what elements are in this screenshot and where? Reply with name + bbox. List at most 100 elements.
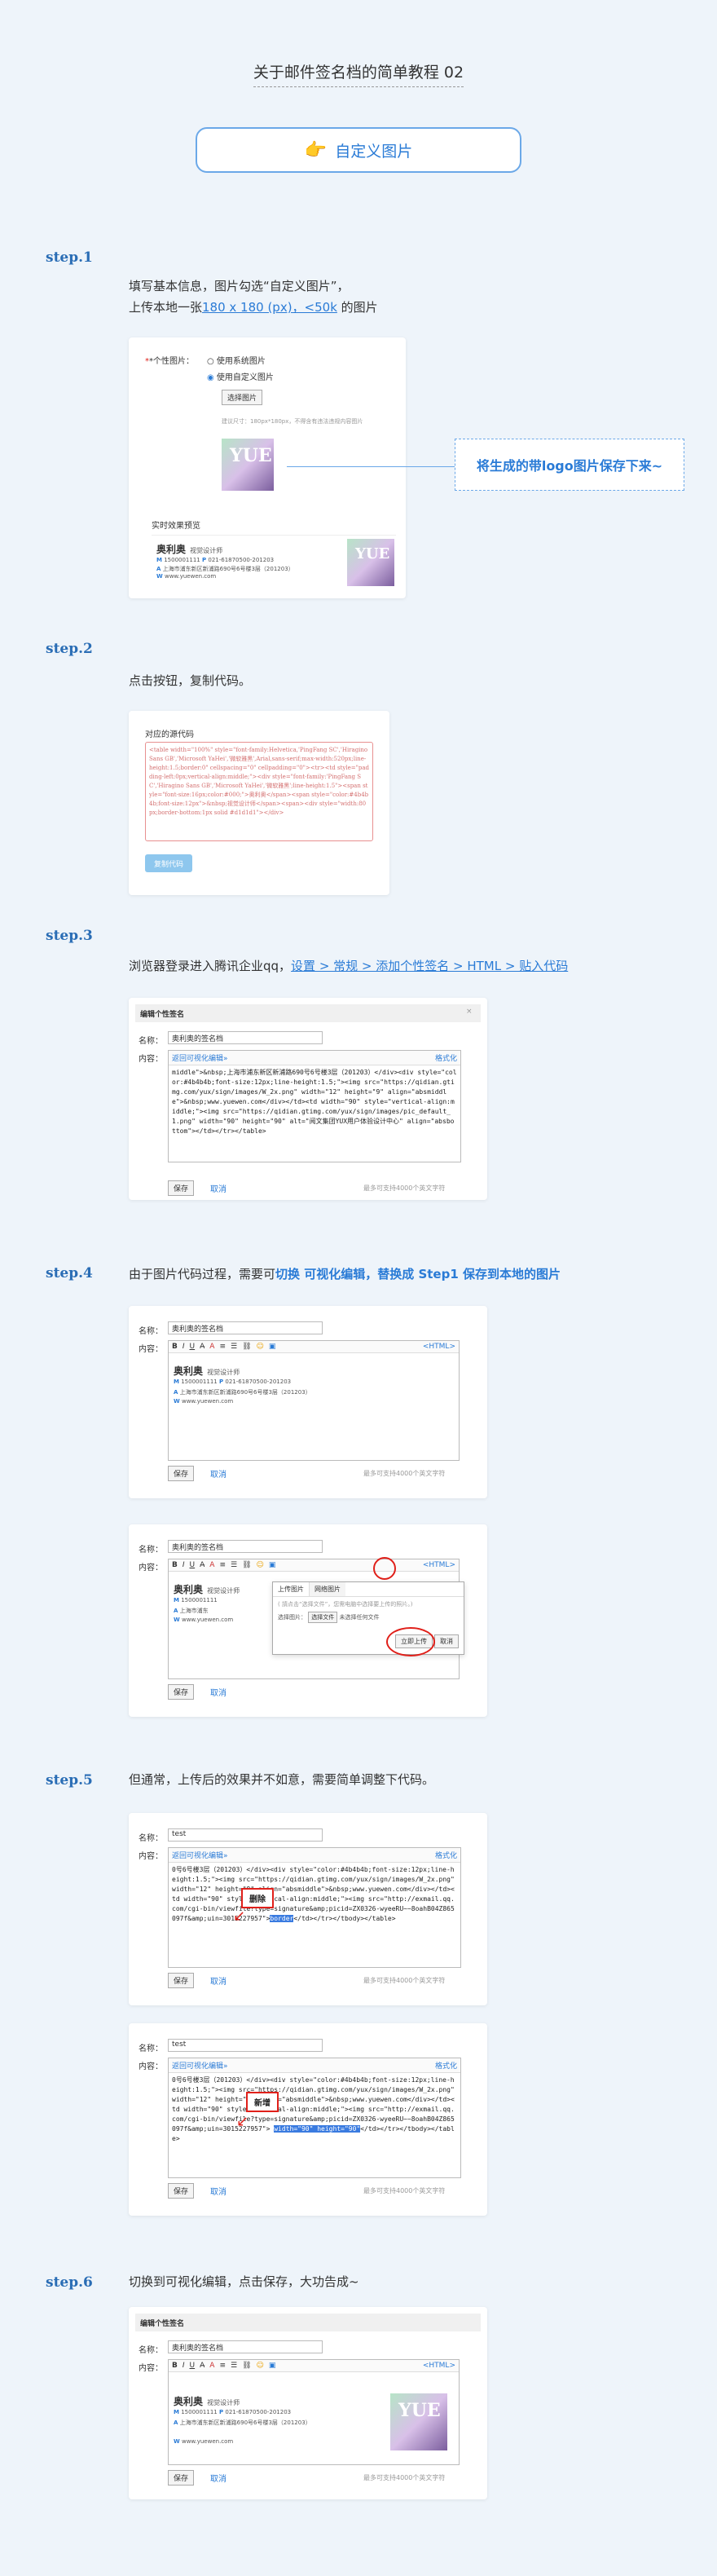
cancel-link[interactable]: 取消 bbox=[210, 2472, 227, 2484]
custom-photo: YUE bbox=[222, 439, 274, 491]
size-spec-link: 180 x 180 (px)，<50k bbox=[202, 300, 337, 315]
choose-file-button[interactable]: 选择文件 bbox=[308, 1612, 338, 1623]
code-editor[interactable]: 返回可视化编辑» 格式化 0号6号楼3层（201203）</div><div st… bbox=[168, 2058, 461, 2178]
save-button[interactable]: 保存 bbox=[168, 1684, 195, 1700]
bold-button[interactable]: B bbox=[172, 1343, 178, 1351]
image-icon[interactable]: ▣ bbox=[269, 1561, 276, 1569]
arrow-icon: ↙ bbox=[236, 2113, 249, 2130]
save-button[interactable]: 保存 bbox=[168, 1466, 195, 1481]
step4-upload-card: 名称： 奥利奥的签名档 内容： B I U A̶ A ≡ ☰ ⛓ ☺ ▣ <HTML> 奥利奥 视觉… bbox=[129, 1524, 487, 1717]
preview-heading: 实时效果预览 bbox=[152, 522, 200, 531]
upload-cancel-button[interactable]: 取消 bbox=[434, 1634, 459, 1648]
step4-text: 由于图片代码过程，需要可切换 可视化编辑，替换成 Step1 保存到本地的图片 bbox=[129, 1267, 561, 1281]
source-code-box[interactable]: <table width="100%" style="font-family:H… bbox=[145, 742, 373, 841]
visual-editor[interactable]: B I U A̶ A ≡ ☰ ⛓ ☺ ▣ <HTML> 奥利奥 视觉设计师 M 1500001111… bbox=[168, 1340, 460, 1461]
cancel-link[interactable]: 取消 bbox=[210, 2185, 227, 2197]
step3-text: 浏览器登录进入腾讯企业qq，设置 > 常规 > 添加个性签名 > HTML > … bbox=[129, 959, 569, 973]
content-label: 内容： bbox=[139, 1055, 163, 1064]
radio-system[interactable]: ○ 使用系统图片 bbox=[207, 354, 266, 366]
image-button-highlight bbox=[373, 1557, 396, 1580]
upload-button-highlight bbox=[386, 1627, 435, 1656]
step2-label: step.2 bbox=[46, 641, 93, 657]
step4-label: step.4 bbox=[46, 1265, 93, 1281]
source-code-heading: 对应的源代码 bbox=[145, 730, 194, 739]
step3-dialog: 编辑个性签名 × 名称： 奥利奥的签名档 内容： 返回可视化编辑» 格式化 mid… bbox=[129, 998, 487, 1200]
callout-connector bbox=[287, 466, 455, 467]
save-button[interactable]: 保存 bbox=[168, 2183, 195, 2199]
selected-border-attr[interactable]: border bbox=[270, 1915, 294, 1922]
final-photo: YUE bbox=[390, 2393, 447, 2450]
step1-text: 填写基本信息，图片勾选“自定义图片”， 上传本地一张180 x 180 (px)… bbox=[129, 276, 378, 318]
step5-add-card: 名称： test 内容： 返回可视化编辑» 格式化 0号6号楼3层（201203）… bbox=[129, 2023, 487, 2216]
upload-hint: ( 請点击“选择文件”，您需电脑中选择要上传的照片。) bbox=[278, 1601, 413, 1608]
step2-card: 对应的源代码 <table width="100%" style="font-f… bbox=[129, 711, 389, 895]
banner-label: 自定义图片 bbox=[335, 142, 413, 161]
cancel-link[interactable]: 取消 bbox=[210, 1686, 227, 1698]
html-toggle[interactable]: <HTML> bbox=[423, 2362, 455, 2370]
step1-form-card: **个性图片： ○ 使用系统图片 ◉ 使用自定义图片 选择图片 建议尺寸：180… bbox=[129, 337, 406, 598]
underline-button[interactable]: U bbox=[190, 1343, 196, 1351]
cancel-link[interactable]: 取消 bbox=[210, 1974, 227, 1987]
html-toggle[interactable]: <HTML> bbox=[423, 1343, 455, 1351]
close-icon[interactable]: × bbox=[466, 1008, 473, 1016]
tab-web-image[interactable]: 网络图片 bbox=[310, 1582, 345, 1596]
char-limit: 最多可支持4000个英文字符 bbox=[363, 1184, 446, 1192]
format-link[interactable]: 格式化 bbox=[435, 1052, 457, 1063]
step3-label: step.3 bbox=[46, 928, 93, 944]
align-icon[interactable]: ≡ bbox=[219, 1343, 226, 1351]
save-logo-callout: 将生成的带logo图片保存下来~ bbox=[455, 439, 684, 491]
choose-image-button[interactable]: 选择图片 bbox=[222, 390, 263, 405]
settings-path: 设置 > 常规 > 添加个性签名 > HTML > 贴入代码 bbox=[291, 959, 569, 973]
page-title: 关于邮件签名档的简单教程 02 bbox=[0, 60, 717, 87]
step4-editor-card: 名称： 奥利奥的签名档 内容： B I U A̶ A ≡ ☰ ⛓ ☺ ▣ <HTML> 奥利奥 视觉… bbox=[129, 1306, 487, 1498]
step1-line1: 填写基本信息，图片勾选“自定义图片”， bbox=[129, 279, 350, 293]
step6-card: 编辑个性签名 名称： 奥利奥的签名档 内容： B I U A̶ A ≡ ☰ ⛓ ☺ ▣ <HTML>… bbox=[129, 2307, 487, 2499]
color-icon[interactable]: A bbox=[209, 1343, 214, 1351]
tab-upload[interactable]: 上传图片 bbox=[273, 1582, 310, 1596]
name-input[interactable]: 奥利奥的签名档 bbox=[168, 1321, 323, 1334]
code-editor[interactable]: 返回可视化编辑» 格式化 middle">&nbsp;上海市浦东新区新浦路690号… bbox=[168, 1050, 461, 1162]
name-input[interactable]: test bbox=[168, 2039, 323, 2052]
italic-button[interactable]: I bbox=[183, 1343, 185, 1351]
selected-size-attr[interactable]: width="90" height="90" bbox=[274, 2125, 361, 2133]
cancel-link[interactable]: 取消 bbox=[210, 1182, 227, 1194]
code-editor[interactable]: 返回可视化编辑» 格式化 0号6号楼3层（201203）</div><div st… bbox=[168, 1847, 461, 1968]
step6-label: step.6 bbox=[46, 2274, 93, 2291]
step4-emphasis: 切换 可视化编辑，替换成 Step1 保存到本地的图片 bbox=[275, 1267, 561, 1281]
emoji-icon[interactable]: ☺ bbox=[257, 1343, 264, 1351]
step5-delete-card: 名称： test 内容： 返回可视化编辑» 格式化 0号6号楼3层（201203）… bbox=[129, 1813, 487, 2005]
image-icon[interactable]: ▣ bbox=[269, 1343, 276, 1351]
save-button[interactable]: 保存 bbox=[168, 1973, 195, 1988]
copy-code-button[interactable]: 复制代码 bbox=[145, 854, 192, 872]
name-input[interactable]: 奥利奥的签名档 bbox=[168, 2340, 323, 2353]
step5-text: 但通常，上传后的效果并不如意，需要简单调整下代码。 bbox=[129, 1772, 435, 1787]
add-annotation: 新增 bbox=[246, 2092, 279, 2112]
pointing-hand-icon: 👉 bbox=[304, 139, 328, 161]
save-button[interactable]: 保存 bbox=[168, 1180, 195, 1196]
custom-image-banner: 👉 自定义图片 bbox=[196, 127, 521, 173]
image-field-label: *个性图片： bbox=[149, 357, 194, 366]
font-icon[interactable]: A̶ bbox=[200, 1343, 205, 1351]
name-input[interactable]: 奥利奥的签名档 bbox=[168, 1031, 323, 1044]
step1-label: step.1 bbox=[46, 249, 93, 266]
name-label: 名称： bbox=[139, 1037, 163, 1046]
sig-role: 视觉设计师 bbox=[190, 547, 223, 554]
radio-custom[interactable]: ◉ 使用自定义图片 bbox=[207, 370, 274, 382]
code-content[interactable]: middle">&nbsp;上海市浦东新区新浦路690号6号楼3层（201203… bbox=[169, 1065, 460, 1160]
save-button[interactable]: 保存 bbox=[168, 2470, 195, 2486]
list-icon[interactable]: ☰ bbox=[231, 1343, 237, 1351]
step5-label: step.5 bbox=[46, 1772, 93, 1789]
signature-preview: 奥利奥 视觉设计师 M 1500001111 P 021-61870500-20… bbox=[152, 535, 396, 590]
name-input[interactable]: 奥利奥的签名档 bbox=[168, 1540, 323, 1553]
back-visual-link[interactable]: 返回可视化编辑» bbox=[172, 1052, 228, 1063]
dialog-title: 编辑个性签名 bbox=[135, 1004, 481, 1022]
arrow-icon: ↙ bbox=[233, 1908, 246, 1925]
visual-editor[interactable]: B I U A̶ A ≡ ☰ ⛓ ☺ ▣ <HTML> 奥利奥 视觉设计师 M 1500001111… bbox=[168, 2359, 460, 2465]
cancel-link[interactable]: 取消 bbox=[210, 1467, 227, 1480]
name-input[interactable]: test bbox=[168, 1828, 323, 1842]
link-icon[interactable]: ⛓ bbox=[242, 1343, 251, 1351]
step2-text: 点击按钮，复制代码。 bbox=[129, 673, 252, 688]
image-hint: 建议尺寸：180px*180px，不得含有违法违规内容图片 bbox=[222, 418, 363, 425]
step1-line2: 上传本地一张180 x 180 (px)，<50k 的图片 bbox=[129, 300, 378, 315]
emoji-icon[interactable]: ☺ bbox=[257, 1561, 264, 1569]
